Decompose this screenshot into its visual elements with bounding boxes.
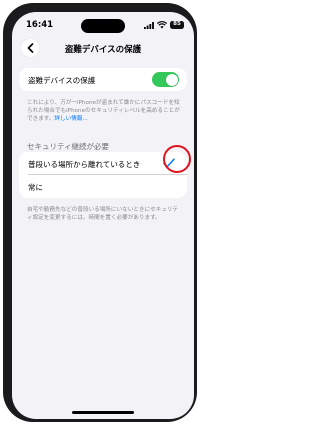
- learn-more-link[interactable]: 詳しい情報...: [54, 116, 87, 122]
- option-always[interactable]: 常に: [19, 175, 187, 198]
- option-away-from-familiar[interactable]: 普段いる場所から離れているとき: [19, 152, 187, 175]
- wifi-icon: [157, 21, 167, 29]
- highlight-circle: [163, 145, 191, 173]
- security-delay-card: 普段いる場所から離れているとき 常に: [19, 152, 187, 198]
- battery-icon: 85: [170, 21, 184, 29]
- section-header: セキュリティ継続が必要: [27, 142, 110, 151]
- home-indicator: [72, 411, 134, 414]
- status-icons: 85: [144, 20, 184, 30]
- page-title: 盗難デバイスの保護: [64, 45, 142, 55]
- protection-card: 盗難デバイスの保護: [19, 68, 187, 91]
- status-time: 16:41: [26, 20, 54, 30]
- protection-toggle[interactable]: [152, 72, 179, 87]
- protection-footnote-text: これにより、万が一iPhoneが盗まれて誰かにパスコードを知られた場合でもiPh…: [27, 100, 180, 122]
- phone-frame: 16:41 85 盗難デバイスの保護 盗難デバイスの保護 これにより、万が一iP…: [3, 3, 197, 422]
- signal-icon: [144, 21, 154, 29]
- screen: 16:41 85 盗難デバイスの保護 盗難デバイスの保護 これにより、万が一iP…: [12, 12, 194, 419]
- dynamic-island: [81, 19, 125, 33]
- option-label: 常に: [28, 183, 43, 192]
- protection-label: 盗難デバイスの保護: [28, 76, 96, 85]
- toggle-knob: [165, 73, 178, 86]
- security-delay-footnote: 自宅や勤務先などの普段いる場所にいないときにセキュリティ設定を変更するには、時間…: [27, 207, 179, 221]
- option-label: 普段いる場所から離れているとき: [28, 160, 141, 169]
- protection-footnote: これにより、万が一iPhoneが盗まれて誰かにパスコードを知られた場合でもiPh…: [27, 99, 183, 123]
